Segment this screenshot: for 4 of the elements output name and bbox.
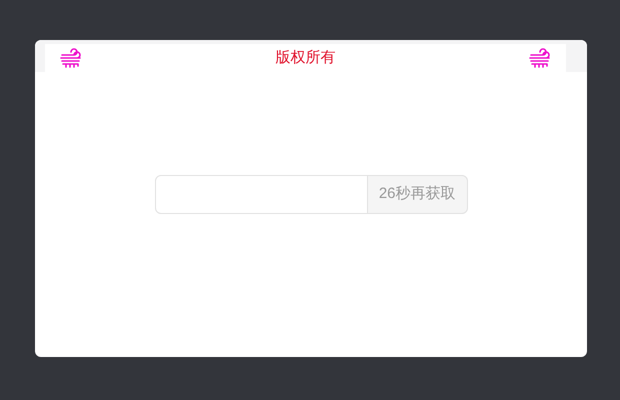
wind-icon: [59, 48, 83, 68]
header-title: 版权所有: [276, 48, 336, 68]
input-field[interactable]: [154, 175, 368, 214]
wind-icon: [528, 48, 552, 68]
